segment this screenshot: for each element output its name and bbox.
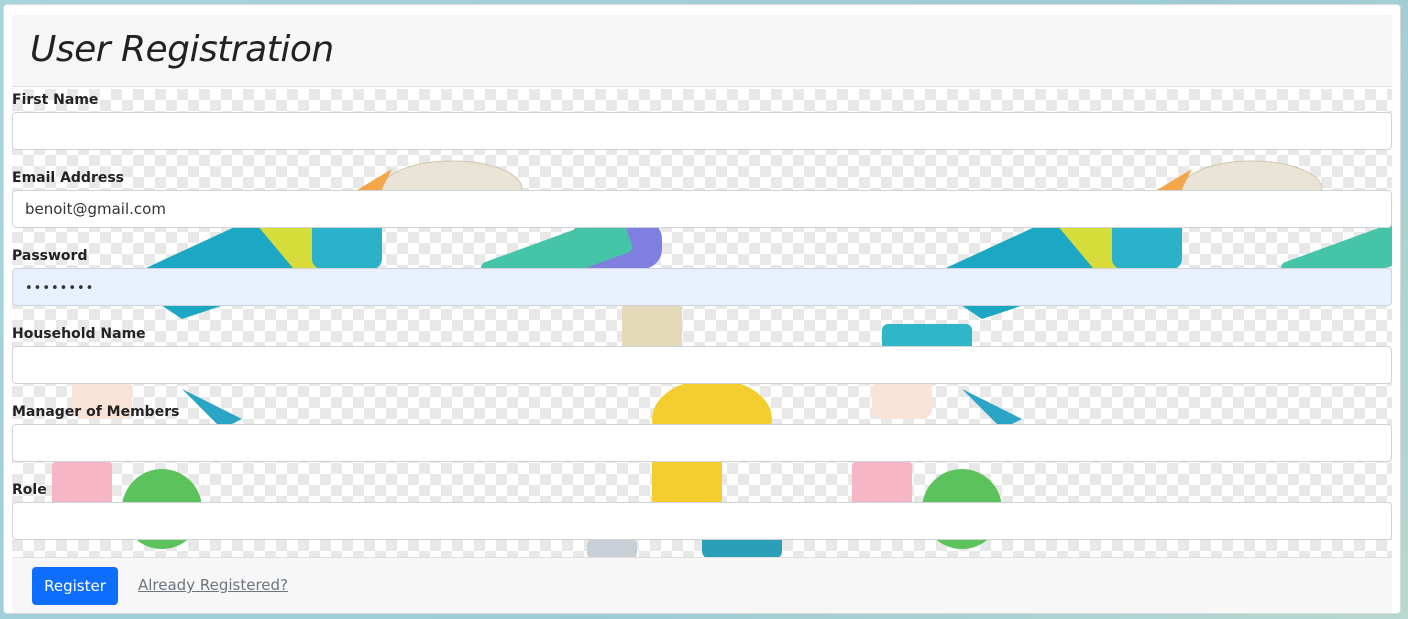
password-mask: ••••••••	[25, 281, 95, 296]
household-name-input[interactable]	[12, 346, 1392, 384]
background-illustration	[52, 160, 1392, 559]
manager-of-members-input[interactable]	[12, 424, 1392, 462]
role-label: Role	[12, 482, 47, 498]
already-registered-link[interactable]: Already Registered?	[138, 576, 288, 594]
password-input[interactable]: ••••••••	[12, 268, 1392, 306]
card-body: User Registration First Name Email Addre…	[12, 15, 1392, 613]
card-footer: Register Already Registered?	[12, 557, 1392, 613]
manager-of-members-label: Manager of Members	[12, 404, 180, 420]
role-input[interactable]	[12, 502, 1392, 540]
cleaning-supplies-background	[12, 89, 1392, 559]
household-name-label: Household Name	[12, 326, 146, 342]
register-button[interactable]: Register	[32, 567, 118, 605]
registration-card: User Registration First Name Email Addre…	[3, 4, 1401, 614]
password-label: Password	[12, 248, 88, 264]
email-input[interactable]: benoit@gmail.com	[12, 190, 1392, 228]
card-header: User Registration	[12, 15, 1392, 87]
page-title: User Registration	[30, 29, 334, 70]
first-name-input[interactable]	[12, 112, 1392, 150]
first-name-label: First Name	[12, 92, 99, 108]
email-label: Email Address	[12, 170, 125, 186]
